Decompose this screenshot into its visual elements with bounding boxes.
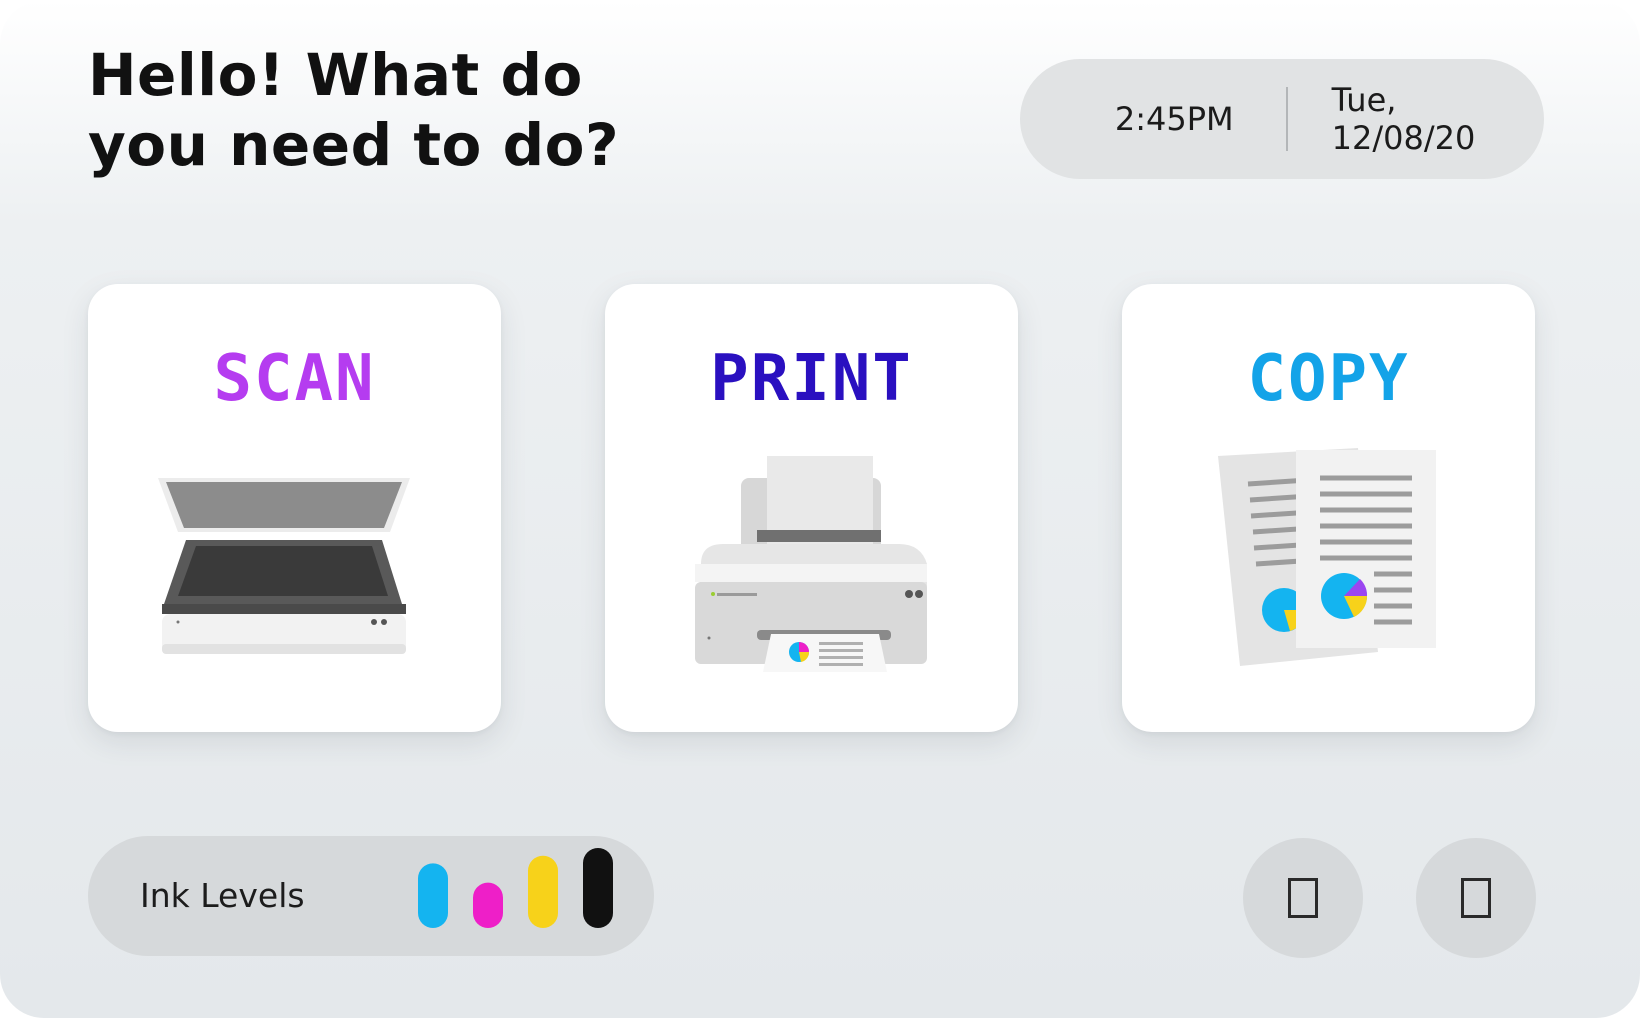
footer-button-1[interactable]	[1243, 838, 1363, 958]
ink-level-cyan	[418, 863, 448, 928]
ink-levels-label: Ink Levels	[140, 876, 305, 915]
copy-button[interactable]: COPY	[1122, 284, 1535, 732]
print-button[interactable]: PRINT	[605, 284, 1018, 732]
scan-label: SCAN	[213, 342, 376, 416]
printer-icon	[695, 456, 927, 672]
square-outline-icon	[1461, 878, 1491, 918]
footer-button-2[interactable]	[1416, 838, 1536, 958]
scanner-icon	[158, 478, 410, 654]
ink-levels-panel[interactable]: Ink Levels	[88, 836, 654, 956]
scan-button[interactable]: SCAN	[88, 284, 501, 732]
clock-pill: 2:45PM Tue, 12/08/20	[1020, 59, 1544, 179]
printer-home-screen: Hello! What do you need to do? 2:45PM Tu…	[0, 0, 1640, 1018]
square-outline-icon	[1288, 878, 1318, 918]
print-label: PRINT	[710, 342, 913, 416]
ink-level-yellow	[528, 855, 558, 928]
greeting-heading: Hello! What do you need to do?	[88, 41, 620, 179]
clock-divider	[1285, 87, 1288, 151]
time-display: 2:45PM	[1114, 100, 1234, 138]
ink-level-black	[583, 848, 613, 928]
ink-level-magenta	[473, 882, 503, 928]
documents-copy-icon	[1218, 448, 1436, 666]
date-display: Tue, 12/08/20	[1331, 81, 1476, 157]
ink-level-indicators	[418, 848, 613, 928]
copy-label: COPY	[1247, 342, 1410, 416]
